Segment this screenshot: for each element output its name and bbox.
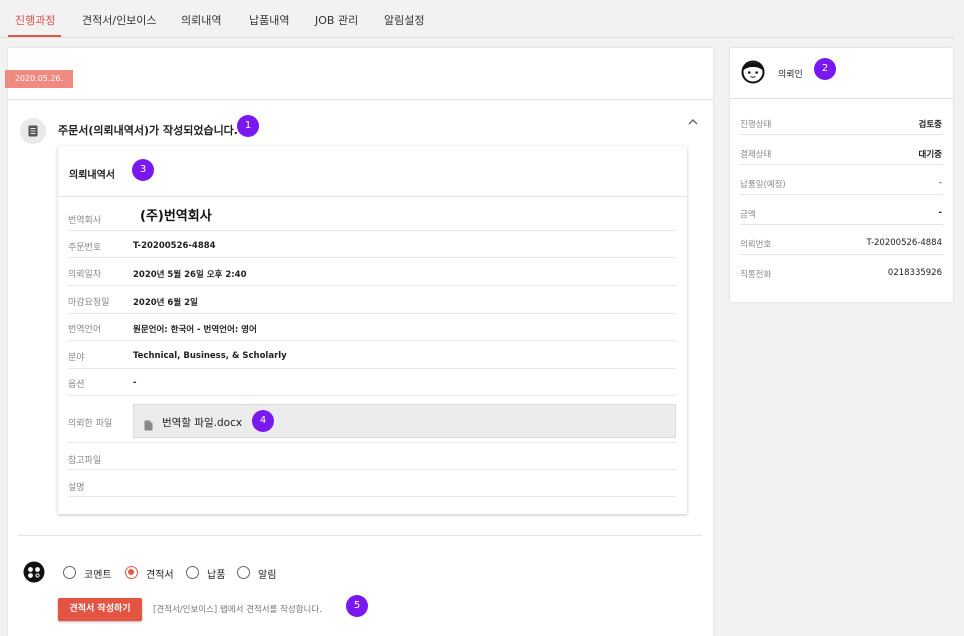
payment-status-label: 결제상태 <box>740 150 772 160</box>
document-icon <box>20 118 46 144</box>
step-badge-5: 5 <box>346 595 368 617</box>
row-divider <box>68 257 676 258</box>
field-label: 분야 <box>68 353 85 363</box>
client-info-panel: 의뢰인 2 진행상태 검토중 결제상태 대기중 납품일(예정) - 금액 - 의… <box>730 48 953 302</box>
radio-notify-label[interactable]: 알림 <box>258 566 276 581</box>
create-quote-button[interactable]: 견적서 작성하기 <box>58 598 142 621</box>
card-title: 의뢰내역서 <box>69 170 115 181</box>
row-divider <box>68 395 676 396</box>
field-value: Technical, Business, & Scholarly <box>133 351 287 361</box>
row-divider <box>68 442 676 443</box>
file-name: 번역할 파일.docx <box>162 417 243 429</box>
radio-delivery-label[interactable]: 납품 <box>207 566 225 581</box>
language-value: 원문언어: 한국어 - 번역언어: 영어 <box>133 325 257 335</box>
payment-status-value: 대기중 <box>918 150 942 160</box>
order-number-value: T-20200526-4884 <box>133 241 216 251</box>
side-row-divider <box>740 254 943 255</box>
request-number-value: T-20200526-4884 <box>866 238 942 248</box>
radio-notify[interactable] <box>237 566 250 579</box>
request-date-label: 의뢰일자 <box>68 270 102 280</box>
tab-notification-settings[interactable]: 알림설정 <box>384 12 424 28</box>
requested-file-label: 의뢰한 파일 <box>68 419 113 429</box>
description-label: 설명 <box>68 483 85 493</box>
step-badge-3: 3 <box>132 159 154 181</box>
reference-file-label: 참고파일 <box>68 456 102 466</box>
step-badge-1: 1 <box>237 115 259 137</box>
due-date-value: 2020년 6월 2일 <box>133 298 198 308</box>
company-label: 번역회사 <box>68 216 102 226</box>
radio-quote[interactable] <box>125 566 138 579</box>
composer-hint: [견적서/인보이스] 탭에서 견적서를 작성합니다. <box>153 605 322 615</box>
direct-phone-value: 0218335926 <box>887 268 942 278</box>
order-status-title: 주문서(의뢰내역서)가 작성되었습니다. <box>58 124 238 137</box>
step-badge-4: 4 <box>252 410 274 432</box>
side-row-divider <box>740 164 943 165</box>
progress-status-value: 검토중 <box>918 120 942 130</box>
progress-status-label: 진행상태 <box>740 120 772 130</box>
due-date-label: 마감요청일 <box>68 298 110 308</box>
delivery-date-label: 납품일(예정) <box>740 180 786 190</box>
company-value: (주)번역회사 <box>140 209 212 224</box>
amount-label: 금액 <box>740 210 756 220</box>
request-date-value: 2020년 5월 26일 오후 2:40 <box>133 270 247 280</box>
file-icon <box>144 416 153 435</box>
row-divider <box>68 469 676 470</box>
chevron-up-icon[interactable] <box>688 118 698 129</box>
divider <box>18 535 702 536</box>
side-row-divider <box>740 134 943 135</box>
tab-quote-invoice[interactable]: 견적서/인보이스 <box>82 12 157 28</box>
tab-progress[interactable]: 진행과정 <box>15 12 55 28</box>
date-badge: 2020.05.26. <box>5 70 73 88</box>
side-row-divider <box>740 224 943 225</box>
tab-delivery-history[interactable]: 납품내역 <box>249 12 289 28</box>
tab-request-history[interactable]: 의뢰내역 <box>181 12 221 28</box>
tab-bar: 진행과정 견적서/인보이스 의뢰내역 납품내역 JOB 관리 알림설정 <box>0 0 954 38</box>
card-divider <box>58 196 687 197</box>
divider <box>8 99 713 100</box>
row-divider <box>68 368 676 369</box>
radio-quote-label[interactable]: 견적서 <box>146 566 174 581</box>
side-divider <box>730 98 953 99</box>
direct-phone-label: 직통전화 <box>740 270 772 280</box>
step-badge-2: 2 <box>814 58 836 80</box>
option-value: - <box>133 378 137 388</box>
row-divider <box>68 230 676 231</box>
request-details-card: 의뢰내역서 3 번역회사 (주)번역회사 주문번호 T-20200526-488… <box>58 146 687 514</box>
amount-value: - <box>938 208 942 218</box>
face-icon <box>23 561 45 587</box>
active-tab-indicator <box>8 35 61 37</box>
radio-comment[interactable] <box>63 566 76 579</box>
request-number-label: 의뢰번호 <box>740 240 772 250</box>
progress-panel: 2020.05.26. 주문서(의뢰내역서)가 작성되었습니다. 1 의뢰내역서… <box>5 48 713 636</box>
option-label: 옵션 <box>68 380 85 390</box>
client-title: 의뢰인 <box>778 70 803 80</box>
radio-comment-label[interactable]: 코멘트 <box>84 566 112 581</box>
row-divider <box>68 313 676 314</box>
row-divider <box>68 496 676 497</box>
row-divider <box>68 340 676 341</box>
user-face-icon <box>741 60 765 88</box>
order-number-label: 주문번호 <box>68 243 102 253</box>
radio-delivery[interactable] <box>186 566 199 579</box>
requested-file-link[interactable]: 번역할 파일.docx 4 <box>133 404 676 438</box>
delivery-date-value: - <box>938 178 942 188</box>
row-divider <box>68 285 676 286</box>
side-row-divider <box>740 194 943 195</box>
language-label: 번역언어 <box>68 325 102 335</box>
tab-job-management[interactable]: JOB 관리 <box>315 12 358 28</box>
